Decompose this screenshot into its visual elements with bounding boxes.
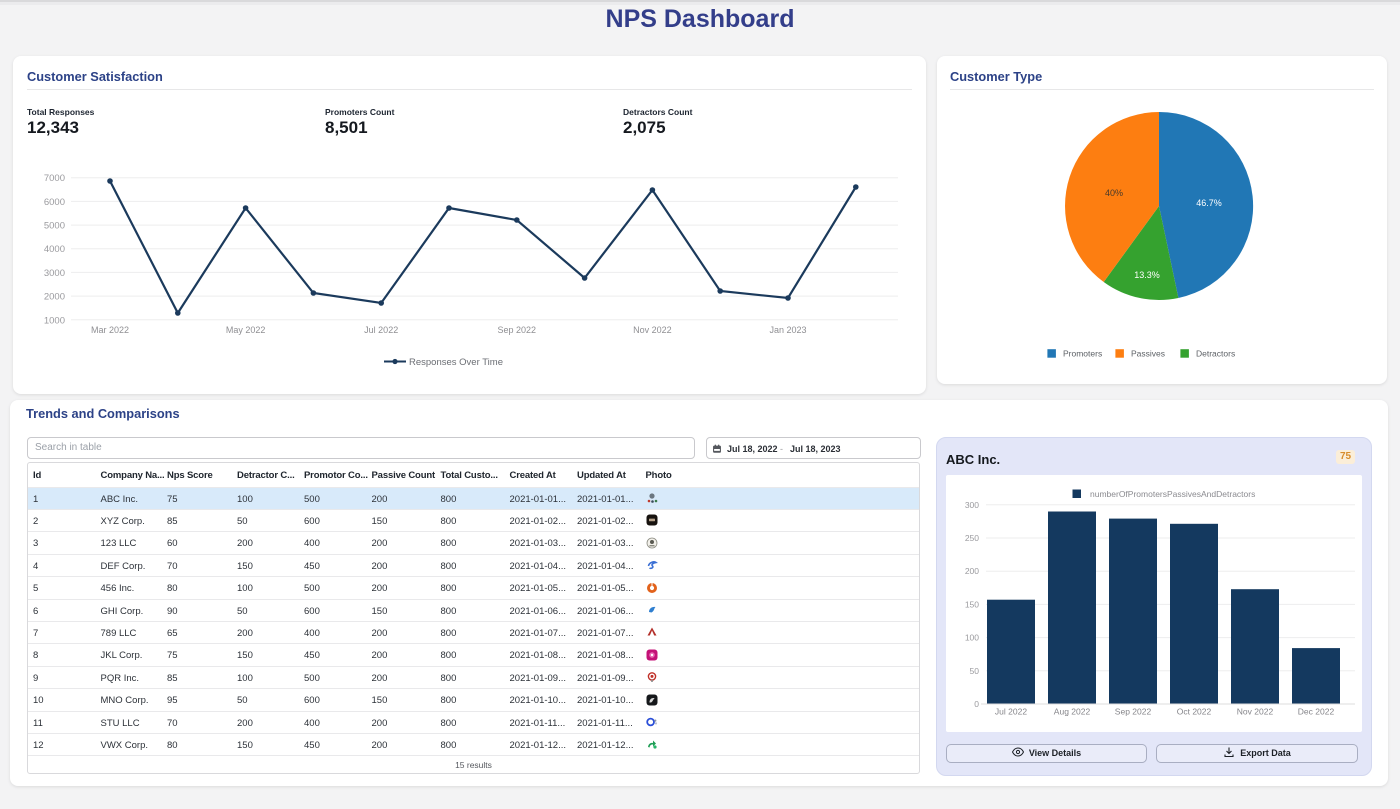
svg-text:Jul 2022: Jul 2022 xyxy=(364,325,398,335)
svg-text:7000: 7000 xyxy=(44,173,65,184)
svg-text:Sep 2022: Sep 2022 xyxy=(1115,707,1152,717)
svg-text:Dec 2022: Dec 2022 xyxy=(1298,707,1335,717)
svg-text:Mar 2022: Mar 2022 xyxy=(91,325,129,335)
svg-text:3000: 3000 xyxy=(44,268,65,279)
svg-text:250: 250 xyxy=(965,533,979,543)
svg-text:Sep 2022: Sep 2022 xyxy=(498,325,537,335)
svg-text:Jul 2022: Jul 2022 xyxy=(995,707,1027,717)
svg-text:2000: 2000 xyxy=(44,292,65,303)
svg-text:Oct 2022: Oct 2022 xyxy=(1177,707,1212,717)
svg-text:13.3%: 13.3% xyxy=(1134,270,1160,280)
svg-text:May 2022: May 2022 xyxy=(226,325,266,335)
svg-text:200: 200 xyxy=(965,566,979,576)
svg-text:46.7%: 46.7% xyxy=(1196,198,1222,208)
svg-text:numberOfPromotersPassivesAndDe: numberOfPromotersPassivesAndDetractors xyxy=(1090,489,1255,499)
svg-text:5000: 5000 xyxy=(44,221,65,232)
svg-text:150: 150 xyxy=(965,599,979,609)
svg-text:50: 50 xyxy=(970,666,980,676)
svg-text:300: 300 xyxy=(965,500,979,510)
svg-text:Nov 2022: Nov 2022 xyxy=(633,325,672,335)
svg-text:Aug 2022: Aug 2022 xyxy=(1054,707,1091,717)
svg-text:100: 100 xyxy=(965,633,979,643)
svg-text:0: 0 xyxy=(974,699,979,709)
svg-text:40%: 40% xyxy=(1105,188,1123,198)
svg-text:Nov 2022: Nov 2022 xyxy=(1237,707,1274,717)
svg-text:Promoters: Promoters xyxy=(1063,349,1102,359)
svg-text:6000: 6000 xyxy=(44,197,65,208)
svg-text:1000: 1000 xyxy=(44,315,65,326)
svg-text:Responses Over Time: Responses Over Time xyxy=(409,357,503,368)
svg-text:Passives: Passives xyxy=(1131,349,1165,359)
svg-text:Detractors: Detractors xyxy=(1196,349,1235,359)
svg-text:4000: 4000 xyxy=(44,244,65,255)
svg-text:Jan 2023: Jan 2023 xyxy=(769,325,806,335)
